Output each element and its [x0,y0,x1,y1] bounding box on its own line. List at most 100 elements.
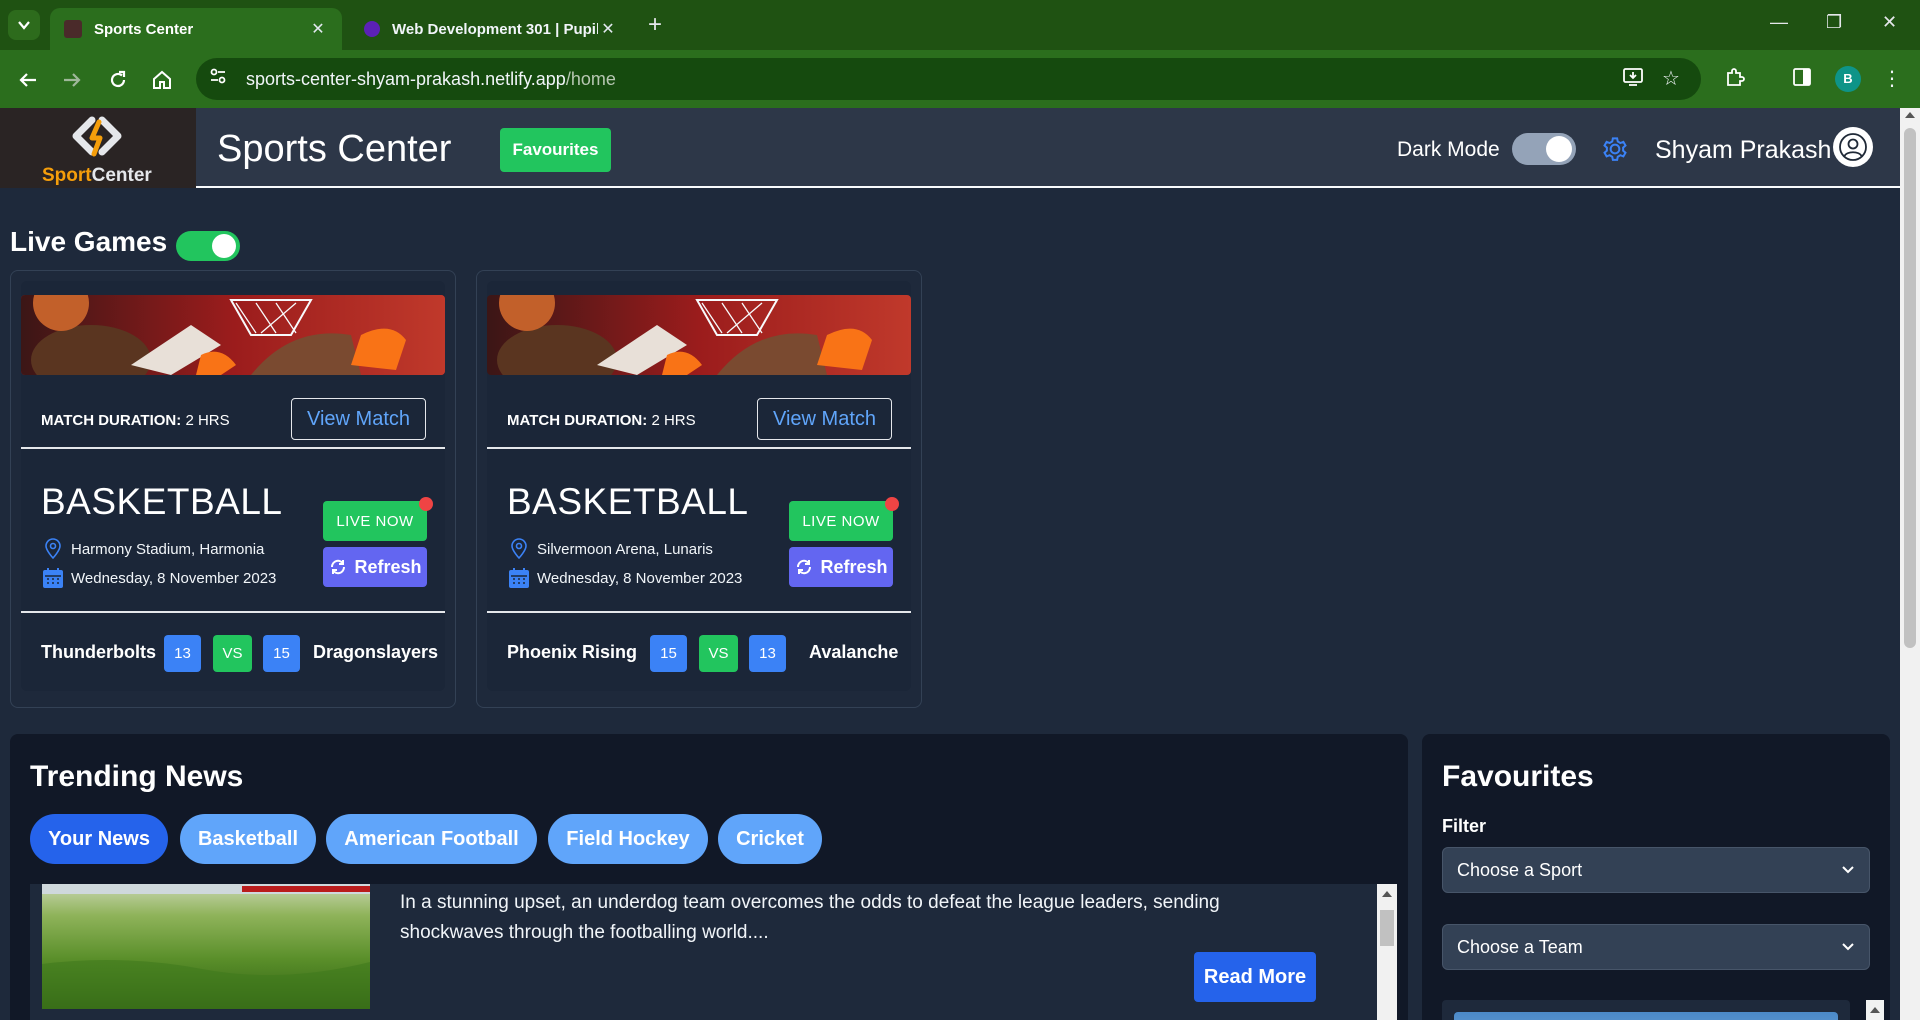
window-close-button[interactable]: ✕ [1882,12,1897,33]
restore-button[interactable]: ❐ [1826,12,1842,33]
new-tab-button[interactable]: + [648,12,662,38]
bookmark-star-icon[interactable]: ☆ [1662,66,1680,91]
user-avatar-icon[interactable] [1833,127,1873,167]
scroll-up-icon[interactable] [1870,1007,1880,1013]
match-duration-row: MATCH DURATION: 2 HRS View Match [487,391,911,449]
forward-button[interactable] [58,66,86,94]
view-match-button[interactable]: View Match [757,398,892,440]
sport-select-value: Choose a Sport [1457,859,1583,880]
view-match-button[interactable]: View Match [291,398,426,440]
chevron-down-icon [1842,943,1854,951]
sport-name: BASKETBALL [507,481,749,522]
extensions-icon[interactable] [1724,66,1746,94]
refresh-icon [331,559,346,575]
team-b-score: 15 [263,635,300,672]
live-games-heading: Live Games [10,226,168,257]
site-info-icon[interactable] [208,66,228,92]
page-content: SportCenter Sports Center Favourites Dar… [0,108,1900,1020]
home-icon [153,70,171,89]
site-logo[interactable]: SportCenter [0,108,196,188]
venue: Harmony Stadium, Harmonia [41,537,264,561]
site-navbar: SportCenter Sports Center Favourites Dar… [0,108,1900,188]
install-app-icon[interactable] [1622,66,1644,94]
team-b-name: Avalanche [809,642,899,662]
live-indicator-dot [419,497,433,511]
browser-tab-active[interactable]: Sports Center ✕ [50,8,342,50]
live-now-badge: LIVE NOW [323,501,427,541]
scroll-up-icon[interactable] [1905,112,1915,118]
trending-news-heading: Trending News [30,760,244,793]
toggle-knob [212,234,236,258]
tab-your-news[interactable]: Your News [30,814,168,864]
close-icon[interactable]: ✕ [308,19,328,39]
article-summary: In a stunning upset, an underdog team ov… [400,892,1220,943]
side-panel-icon[interactable] [1791,66,1813,94]
team-b-name: Dragonslayers [313,642,439,662]
chevron-down-icon [18,21,30,30]
match-duration: MATCH DURATION: 2 HRS [41,412,230,429]
team-a-score: 15 [650,635,687,672]
tab-field-hockey[interactable]: Field Hockey [548,814,708,864]
gear-icon[interactable] [1600,134,1630,164]
more-menu-icon[interactable]: ⋮ [1882,66,1902,91]
favourites-nav-button[interactable]: Favourites [500,128,611,172]
user-name: Shyam Prakash [1655,136,1832,164]
favicon-icon [64,20,82,38]
page-scrollbar[interactable] [1900,108,1920,1020]
refresh-button[interactable]: Refresh [789,547,893,587]
favourites-list [1442,1000,1850,1020]
location-pin-icon [45,538,61,560]
back-button[interactable] [14,66,42,94]
sport-select[interactable]: Choose a Sport [1442,847,1870,893]
venue: Silvermoon Arena, Lunaris [507,537,713,561]
minimize-button[interactable]: — [1770,12,1788,33]
browser-tab[interactable]: Web Development 301 | Pupilfi ✕ [350,8,632,50]
scoreboard: Thunderbolts 13 VS 15 Dragonslayers [21,611,445,691]
favourite-item-image [1454,1012,1838,1020]
article-scrollbar[interactable] [1377,884,1397,1020]
tab-american-football[interactable]: American Football [326,814,537,864]
game-card-body: MATCH DURATION: 2 HRS View Match BASKETB… [487,281,911,691]
live-indicator-dot [885,497,899,511]
team-select-value: Choose a Team [1457,936,1583,957]
close-icon[interactable]: ✕ [598,19,618,39]
favicon-icon [364,21,380,37]
dark-mode-label: Dark Mode [1397,138,1500,161]
tab-cricket[interactable]: Cricket [718,814,822,864]
scroll-up-icon[interactable] [1382,891,1392,897]
team-b-score: 13 [749,635,786,672]
refresh-button[interactable]: Refresh [323,547,427,587]
match-date: Wednesday, 8 November 2023 [507,566,742,590]
basketball-banner-image [487,295,911,375]
chevron-down-icon [1842,866,1854,874]
arrow-left-icon [19,73,36,87]
favourites-panel: Favourites Filter Choose a Sport Choose … [1422,734,1890,1020]
scroll-thumb[interactable] [1380,910,1394,946]
home-button[interactable] [148,66,176,94]
read-more-button[interactable]: Read More [1194,952,1316,1002]
dark-mode-toggle[interactable] [1512,133,1576,165]
team-select[interactable]: Choose a Team [1442,924,1870,970]
team-a-score: 13 [164,635,201,672]
tab-basketball[interactable]: Basketball [180,814,316,864]
game-card-body: MATCH DURATION: 2 HRS View Match BASKETB… [21,281,445,691]
scoreboard: Phoenix Rising 15 VS 13 Avalanche [487,611,911,691]
location-pin-icon [511,538,527,560]
sport-name: BASKETBALL [41,481,283,522]
favourites-scrollbar[interactable] [1866,1000,1884,1020]
profile-avatar[interactable]: B [1835,66,1861,92]
match-duration: MATCH DURATION: 2 HRS [507,412,696,429]
reload-button[interactable] [104,66,132,94]
address-bar[interactable]: sports-center-shyam-prakash.netlify.app /… [196,58,1701,100]
live-games-toggle[interactable] [176,231,240,261]
page-title: Sports Center [217,128,452,170]
calendar-icon [509,568,529,588]
logo-text: SportCenter [42,165,152,186]
tab-search-button[interactable] [8,10,40,40]
refresh-icon [797,559,812,575]
tab-title: Web Development 301 | Pupilfi [392,20,598,38]
scroll-thumb[interactable] [1904,128,1916,648]
trending-news-panel: Trending News Your News Basketball Ameri… [10,734,1408,1020]
arrow-right-icon [64,73,81,87]
match-date: Wednesday, 8 November 2023 [41,566,276,590]
